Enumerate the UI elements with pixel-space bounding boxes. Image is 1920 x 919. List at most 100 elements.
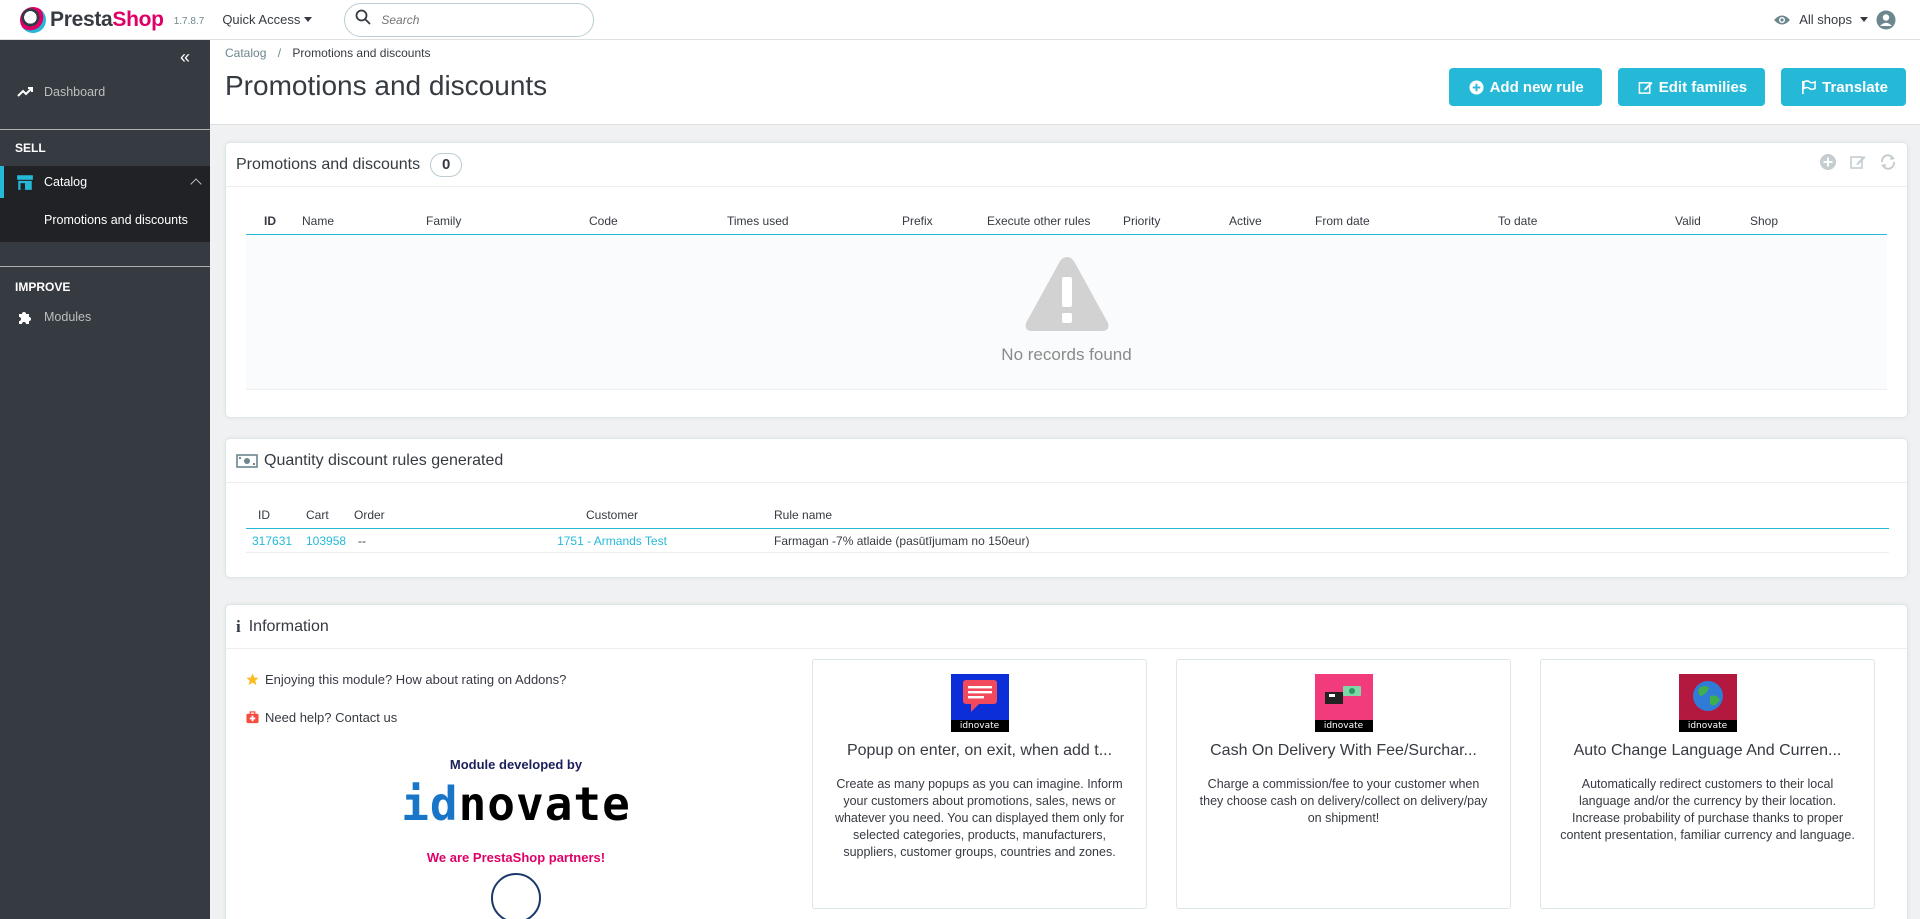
table-cell-order: -- — [358, 533, 366, 548]
search-input[interactable] — [381, 12, 572, 27]
column-header[interactable]: Code — [571, 214, 709, 228]
column-header[interactable]: Execute other rules — [969, 214, 1105, 228]
empty-state: No records found — [246, 235, 1887, 390]
star-icon — [246, 672, 259, 685]
user-account-icon[interactable] — [1876, 10, 1896, 30]
brand-name-part1: Presta — [50, 7, 113, 31]
edit-icon[interactable] — [1849, 153, 1867, 176]
panel-heading: Quantity discount rules generated — [226, 439, 1907, 483]
search-icon — [355, 9, 371, 30]
help-text: Need help? Contact us — [265, 709, 398, 725]
sidebar-item-catalog[interactable]: Catalog — [0, 166, 210, 198]
prestashop-logo[interactable]: PrestaShop 1.7.8.7 — [20, 0, 204, 40]
button-label: Edit families — [1658, 78, 1748, 96]
count-badge: 0 — [430, 152, 463, 177]
developed-by-label: Module developed by — [449, 757, 583, 772]
refresh-icon[interactable] — [1879, 153, 1897, 176]
info-icon: i — [236, 616, 241, 636]
sidebar-divider — [0, 266, 210, 267]
module-card-popup[interactable]: idnovate Popup on enter, on exit, when a… — [812, 659, 1147, 909]
table-row[interactable]: 317631 103958 -- 1751 - Armands Test Farmaga… — [246, 529, 1889, 553]
cash-on-delivery-module-icon: idnovate — [1314, 674, 1373, 732]
column-header[interactable]: Times used — [709, 214, 884, 228]
table-body: 317631 103958 -- 1751 - Armands Test Farmaga… — [246, 529, 1889, 553]
eye-icon — [1773, 13, 1791, 27]
page-title: Promotions and discounts — [225, 70, 548, 101]
table-cell-id[interactable]: 317631 — [246, 534, 294, 548]
column-header[interactable]: Valid — [1657, 214, 1732, 228]
trending-up-icon — [16, 83, 34, 101]
puzzle-icon — [16, 308, 34, 326]
edit-families-button[interactable]: Edit families — [1617, 68, 1766, 106]
medkit-icon — [246, 710, 259, 723]
sidebar-subitem-promotions[interactable]: Promotions and discounts — [0, 198, 210, 242]
sidebar: « Dashboard SELL Catalog Promotions and … — [0, 40, 210, 919]
prestashop-logo-icon — [20, 6, 46, 33]
column-header[interactable]: To date — [1480, 214, 1657, 228]
all-shops-label: All shops — [1799, 12, 1852, 27]
column-header: ID — [258, 507, 270, 522]
idnovate-logo[interactable]: idnovate — [396, 778, 636, 830]
add-icon[interactable] — [1819, 153, 1837, 176]
contact-link[interactable]: Need help? Contact us — [246, 707, 566, 727]
table-cell-cart[interactable]: 103958 — [294, 534, 346, 548]
shop-selector[interactable]: All shops — [1773, 10, 1896, 30]
column-header[interactable]: Shop — [1732, 214, 1792, 228]
breadcrumb-separator: / — [277, 46, 282, 60]
panel-title: Quantity discount rules generated — [264, 451, 504, 469]
sidebar-item-dashboard[interactable]: Dashboard — [0, 78, 210, 106]
breadcrumb-catalog[interactable]: Catalog — [225, 46, 266, 60]
top-header: PrestaShop 1.7.8.7 Quick Access All shop… — [0, 0, 1920, 40]
add-new-rule-button[interactable]: Add new rule — [1448, 68, 1602, 106]
table-header-row: ID Cart Order Customer Rule name — [246, 501, 1889, 529]
information-panel: i Information Enjoying this module? How … — [225, 604, 1908, 919]
column-header[interactable]: Active — [1211, 214, 1297, 228]
table-header-row: ID Name Family Code Times used Prefix Execute … — [246, 207, 1887, 235]
column-header[interactable]: Priority — [1105, 214, 1211, 228]
column-header[interactable]: Prefix — [884, 214, 969, 228]
partners-label: We are PrestaShop partners! — [426, 850, 606, 865]
plus-circle-icon — [1469, 79, 1484, 95]
sidebar-item-modules[interactable]: Modules — [0, 303, 210, 331]
column-header: Customer — [585, 507, 638, 522]
sidebar-item-label: Modules — [44, 310, 92, 324]
quick-access-dropdown[interactable]: Quick Access — [222, 12, 313, 27]
card-description: Create as many popups as you can imagine… — [834, 777, 1125, 859]
sidebar-subitem-label: Promotions and discounts — [44, 213, 188, 227]
panel-title: Promotions and discounts — [236, 155, 421, 173]
panel-heading: i Information — [226, 605, 1907, 649]
module-card-cod[interactable]: idnovate Cash On Delivery With Fee/Surch… — [1176, 659, 1511, 909]
column-header[interactable]: From date — [1297, 214, 1480, 228]
caret-down-icon — [1860, 17, 1868, 22]
caret-down-icon — [304, 17, 313, 22]
breadcrumb-current: Promotions and discounts — [292, 46, 431, 60]
table-cell-customer[interactable]: 1751 - Armands Test — [462, 534, 762, 548]
panel-heading: Promotions and discounts 0 — [226, 143, 1907, 187]
store-icon — [16, 173, 34, 191]
empty-message: No records found — [1001, 345, 1132, 364]
sidebar-item-label: Dashboard — [44, 85, 106, 99]
button-label: Translate — [1822, 78, 1888, 96]
rating-text: Enjoying this module? How about rating o… — [265, 671, 567, 687]
edit-icon — [1638, 81, 1653, 94]
flag-icon — [1802, 79, 1816, 94]
module-card-auto-language[interactable]: idnovate Auto Change Language And Curren… — [1540, 659, 1875, 909]
column-header[interactable]: ID — [246, 214, 284, 228]
table-cell-rule-name: Farmagan -7% atlaide (pasūtījumam no 150… — [774, 533, 1030, 548]
column-header: Order — [354, 507, 385, 522]
info-links: Enjoying this module? How about rating o… — [246, 669, 566, 727]
chevron-up-icon — [190, 178, 202, 190]
quick-access-label: Quick Access — [222, 12, 301, 27]
translate-button[interactable]: Translate — [1781, 68, 1906, 106]
partner-seal-icon — [491, 873, 541, 919]
section-title-improve: IMPROVE — [15, 280, 71, 294]
column-header[interactable]: Family — [408, 214, 571, 228]
breadcrumb: Catalog / Promotions and discounts — [225, 46, 430, 60]
warning-icon — [1025, 257, 1108, 331]
rating-link[interactable]: Enjoying this module? How about rating o… — [246, 669, 566, 689]
collapse-sidebar-icon[interactable]: « — [180, 48, 190, 66]
card-title: Auto Change Language And Curren... — [1573, 742, 1842, 759]
generated-rules-panel: Quantity discount rules generated ID Cart… — [225, 438, 1908, 578]
search-box[interactable] — [344, 2, 595, 37]
column-header[interactable]: Name — [284, 214, 408, 228]
